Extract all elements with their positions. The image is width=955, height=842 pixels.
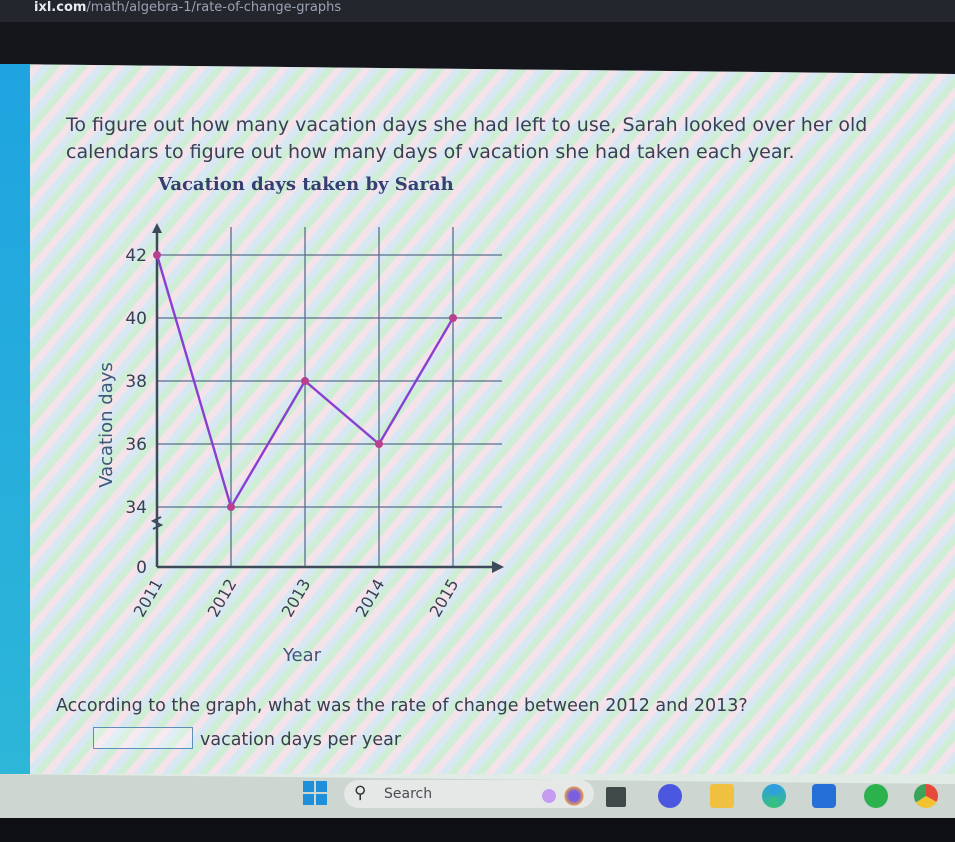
browser-toolbar-area xyxy=(0,22,955,70)
search-label: Search xyxy=(384,786,433,802)
y-tick-label: 40 xyxy=(125,309,147,329)
chart-grid xyxy=(157,227,502,567)
x-tick-label: 2014 xyxy=(352,576,389,621)
url-host: ixl.com xyxy=(34,0,87,15)
left-accent-stripe xyxy=(0,64,30,774)
x-axis-label: Year xyxy=(282,645,322,666)
problem-intro: To figure out how many vacation days she… xyxy=(66,114,868,163)
data-point-2012 xyxy=(227,503,235,511)
x-tick-label: 2013 xyxy=(278,576,315,621)
data-point-2013 xyxy=(301,377,309,385)
y-tick-labels: 0 34 36 38 40 42 xyxy=(125,246,147,578)
y-tick-label: 0 xyxy=(136,558,147,578)
url-path: /math/algebra-1/rate-of-change-graphs xyxy=(86,0,342,15)
snap-app-icon[interactable] xyxy=(606,787,626,807)
y-tick-label: 38 xyxy=(125,372,147,392)
spotify-icon[interactable] xyxy=(864,784,888,808)
edge-icon[interactable] xyxy=(762,784,786,808)
chart-axes xyxy=(150,223,504,573)
chart-title: Vacation days taken by Sarah xyxy=(158,174,454,195)
y-axis-break-mark xyxy=(150,516,164,530)
x-axis-arrow xyxy=(492,561,504,573)
x-tick-label: 2012 xyxy=(204,576,241,621)
data-point-2014 xyxy=(375,440,383,448)
file-explorer-icon[interactable] xyxy=(710,784,734,808)
data-point-2015 xyxy=(449,314,457,322)
screen-bezel xyxy=(0,818,955,842)
y-axis-arrow xyxy=(152,223,162,233)
y-tick-label: 34 xyxy=(125,498,147,518)
chrome-icon[interactable] xyxy=(914,784,938,808)
y-tick-label: 42 xyxy=(125,246,147,266)
y-axis-label: Vacation days xyxy=(96,362,117,488)
answer-unit: vacation days per year xyxy=(200,730,402,750)
widgets-icon[interactable] xyxy=(537,784,561,808)
x-tick-label: 2011 xyxy=(130,576,167,621)
search-icon: ⚲ xyxy=(354,783,367,803)
browser-url-bar[interactable]: ixl.com/math/algebra-1/rate-of-change-gr… xyxy=(0,0,955,22)
y-tick-label: 36 xyxy=(125,435,147,455)
line-chart: 0 34 36 38 40 42 2011 2012 2013 2014 2015 Vacatio… xyxy=(96,223,504,666)
widgets-flower-icon[interactable] xyxy=(562,784,586,808)
data-point-2011 xyxy=(153,251,161,259)
windows-start-icon[interactable] xyxy=(303,781,327,805)
x-tick-label: 2015 xyxy=(426,576,463,621)
store-icon[interactable] xyxy=(812,784,836,808)
question-text: According to the graph, what was the rat… xyxy=(56,696,748,716)
answer-input[interactable] xyxy=(93,727,193,749)
meet-icon[interactable] xyxy=(658,784,682,808)
x-tick-labels: 2011 2012 2013 2014 2015 xyxy=(130,576,463,621)
